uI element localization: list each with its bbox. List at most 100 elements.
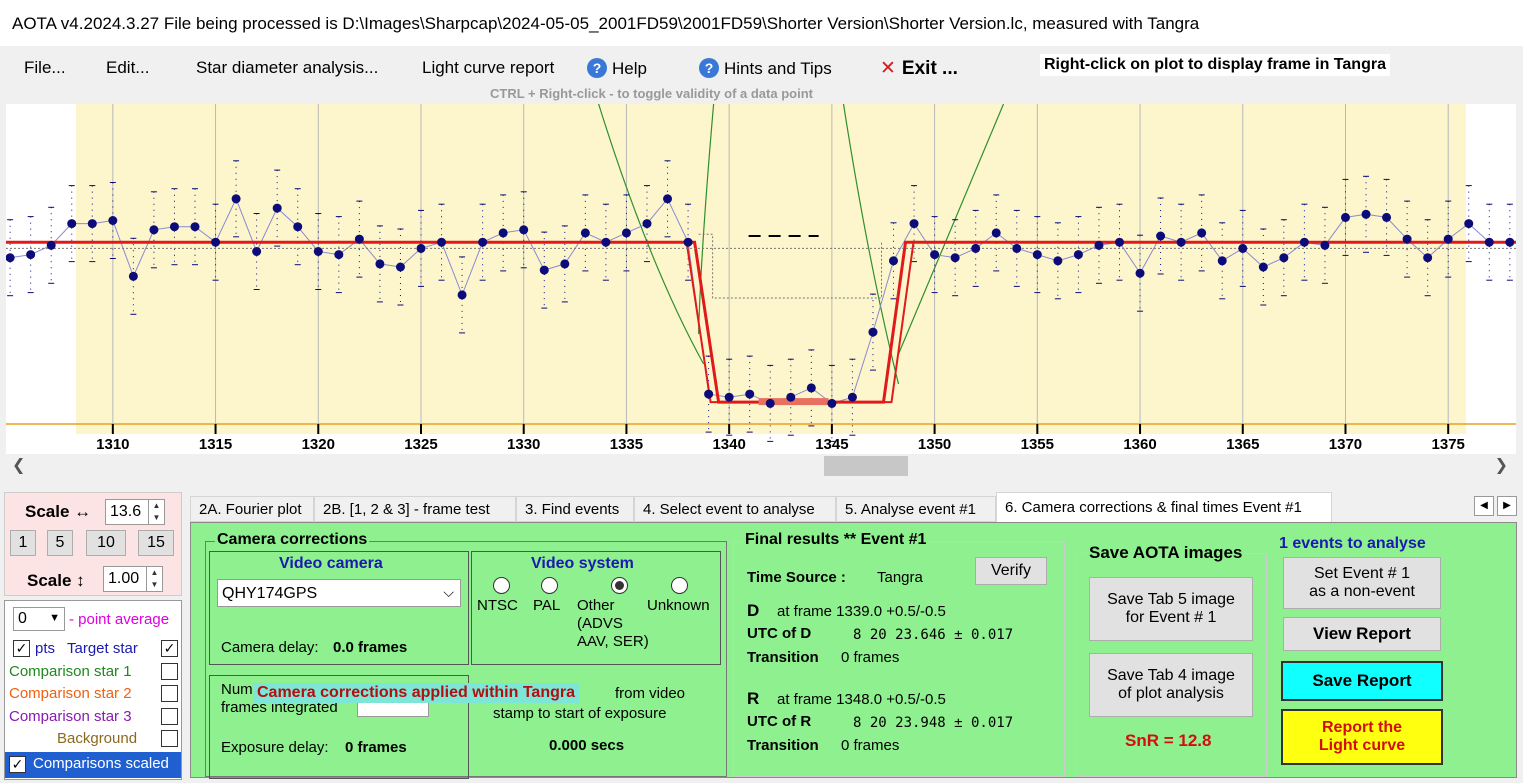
- data-point[interactable]: [909, 219, 919, 229]
- data-point[interactable]: [1176, 237, 1186, 247]
- data-point[interactable]: [190, 222, 200, 232]
- data-point[interactable]: [478, 237, 488, 247]
- data-point[interactable]: [930, 250, 940, 260]
- data-point[interactable]: [1443, 234, 1453, 244]
- set-non-event-button[interactable]: Set Event # 1 as a non-event: [1283, 557, 1441, 609]
- data-point[interactable]: [416, 243, 426, 253]
- data-point[interactable]: [560, 259, 570, 269]
- spinner-icon[interactable]: ▲ ▼: [148, 500, 164, 524]
- data-point[interactable]: [519, 225, 529, 235]
- unknown-radio[interactable]: [671, 577, 688, 594]
- data-point[interactable]: [1340, 212, 1350, 222]
- data-point[interactable]: [889, 256, 899, 266]
- data-point[interactable]: [1012, 243, 1022, 253]
- data-point[interactable]: [1423, 253, 1433, 263]
- tab-fourier[interactable]: 2A. Fourier plot: [190, 496, 314, 522]
- data-point[interactable]: [1320, 240, 1330, 250]
- data-point[interactable]: [26, 250, 36, 260]
- data-point[interactable]: [1361, 209, 1371, 219]
- data-point[interactable]: [1299, 237, 1309, 247]
- data-point[interactable]: [601, 237, 611, 247]
- data-point[interactable]: [1094, 240, 1104, 250]
- light-curve-plot[interactable]: 1310 1315 1320 1325 1330 1335 1340 1345 1350 1355…: [6, 104, 1516, 454]
- data-point[interactable]: [272, 203, 282, 213]
- data-point[interactable]: [375, 259, 385, 269]
- data-point[interactable]: [1279, 253, 1289, 263]
- scrollbar-thumb[interactable]: [824, 456, 908, 476]
- pts-checkbox[interactable]: ✓: [13, 640, 30, 657]
- menu-file[interactable]: File...: [24, 58, 66, 78]
- view-report-button[interactable]: View Report: [1283, 617, 1441, 651]
- data-point[interactable]: [950, 253, 960, 263]
- data-point[interactable]: [724, 392, 734, 402]
- point-average-select[interactable]: 0 ▼: [13, 607, 65, 631]
- data-point[interactable]: [683, 237, 693, 247]
- data-point[interactable]: [1073, 250, 1083, 260]
- tab-select-event[interactable]: 4. Select event to analyse: [634, 496, 836, 522]
- pal-radio[interactable]: [541, 577, 558, 594]
- ntsc-radio[interactable]: [493, 577, 510, 594]
- comp1-checkbox[interactable]: [161, 663, 178, 680]
- comparisons-scaled-row[interactable]: ✓ Comparisons scaled: [5, 752, 181, 778]
- menu-star-diameter[interactable]: Star diameter analysis...: [196, 58, 378, 78]
- data-point[interactable]: [1505, 237, 1515, 247]
- data-point[interactable]: [1156, 231, 1166, 241]
- data-point[interactable]: [87, 219, 97, 229]
- target-star-checkbox[interactable]: ✓: [161, 640, 178, 657]
- save-tab4-button[interactable]: Save Tab 4 image of plot analysis: [1089, 653, 1253, 717]
- data-point[interactable]: [231, 194, 241, 204]
- report-light-curve-button[interactable]: Report the Light curve: [1281, 709, 1443, 765]
- data-point[interactable]: [149, 225, 159, 235]
- comp2-checkbox[interactable]: [161, 685, 178, 702]
- data-point[interactable]: [6, 253, 15, 263]
- data-point[interactable]: [1382, 212, 1392, 222]
- data-point[interactable]: [1217, 256, 1227, 266]
- scale-preset-15[interactable]: 15: [138, 530, 174, 556]
- tab-scroll-right-icon[interactable]: ▶: [1497, 496, 1517, 516]
- tab-frame-test[interactable]: 2B. [1, 2 & 3] - frame test: [314, 496, 516, 522]
- comparisons-scaled-checkbox[interactable]: ✓: [9, 756, 26, 773]
- h-scale-input[interactable]: 13.6 ▲ ▼: [105, 499, 165, 525]
- data-point[interactable]: [1484, 237, 1494, 247]
- camera-select[interactable]: QHY174GPS ⌵: [217, 579, 461, 607]
- data-point[interactable]: [663, 194, 673, 204]
- data-point[interactable]: [642, 219, 652, 229]
- menu-light-curve-report[interactable]: Light curve report: [422, 58, 554, 78]
- scroll-left-icon[interactable]: ❮: [12, 455, 25, 475]
- menu-exit[interactable]: ✕ Exit ...: [880, 57, 958, 80]
- data-point[interactable]: [991, 228, 1001, 238]
- data-point[interactable]: [1053, 256, 1063, 266]
- data-point[interactable]: [1032, 250, 1042, 260]
- data-point[interactable]: [806, 383, 816, 393]
- data-point[interactable]: [108, 216, 118, 225]
- tab-camera-corrections[interactable]: 6. Camera corrections & final times Even…: [996, 492, 1332, 523]
- menu-hints[interactable]: ? Hints and Tips: [699, 58, 832, 79]
- data-point[interactable]: [169, 222, 179, 232]
- tab-find-events[interactable]: 3. Find events: [516, 496, 634, 522]
- save-tab5-button[interactable]: Save Tab 5 image for Event # 1: [1089, 577, 1253, 641]
- other-radio[interactable]: [611, 577, 628, 594]
- data-point[interactable]: [868, 327, 878, 337]
- data-point[interactable]: [211, 237, 221, 247]
- data-point[interactable]: [354, 234, 364, 244]
- save-report-button[interactable]: Save Report: [1281, 661, 1443, 701]
- plot-scrollbar[interactable]: ❮ ❯: [6, 456, 1516, 476]
- data-point[interactable]: [437, 237, 447, 247]
- data-point[interactable]: [293, 222, 303, 232]
- data-point[interactable]: [786, 392, 796, 402]
- background-checkbox[interactable]: [161, 730, 178, 747]
- data-point[interactable]: [704, 389, 714, 399]
- data-point[interactable]: [46, 240, 56, 250]
- data-point[interactable]: [1402, 234, 1412, 244]
- data-point[interactable]: [621, 228, 631, 238]
- scale-preset-1[interactable]: 1: [10, 530, 36, 556]
- data-point[interactable]: [313, 247, 323, 256]
- data-point[interactable]: [971, 243, 981, 253]
- data-point[interactable]: [745, 389, 755, 399]
- tab-scroll-left-icon[interactable]: ◀: [1474, 496, 1494, 516]
- data-point[interactable]: [827, 398, 837, 408]
- verify-button[interactable]: Verify: [975, 557, 1047, 585]
- comp3-checkbox[interactable]: [161, 708, 178, 725]
- data-point[interactable]: [1238, 243, 1248, 253]
- scale-preset-10[interactable]: 10: [86, 530, 126, 556]
